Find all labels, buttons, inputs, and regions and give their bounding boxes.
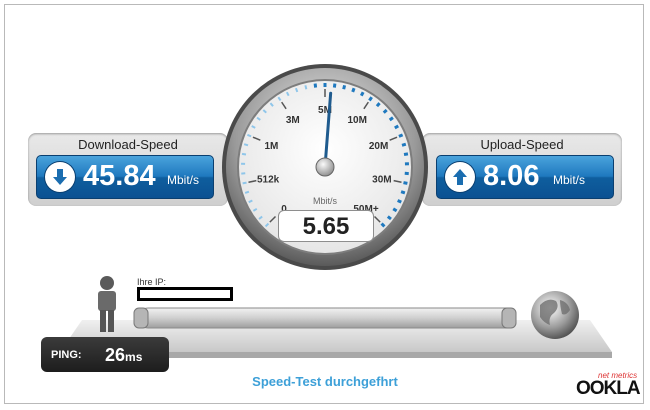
ping-value-wrap: 26ms (105, 345, 142, 366)
ping-label: PING: (51, 349, 82, 361)
ping-panel: PING: 26ms (41, 337, 169, 372)
ip-address-field (137, 287, 233, 301)
ping-unit: ms (125, 350, 143, 364)
pipe-cap-left (133, 307, 149, 329)
status-message: Speed-Test durchgefhrt (252, 374, 398, 389)
ping-value: 26 (105, 345, 126, 365)
ookla-logo: OOKLA (576, 378, 641, 399)
ip-label: Ihre IP: (137, 277, 167, 287)
pipe-cap-right (501, 307, 517, 329)
connection-pipe (137, 307, 517, 329)
globe-icon (531, 291, 579, 339)
